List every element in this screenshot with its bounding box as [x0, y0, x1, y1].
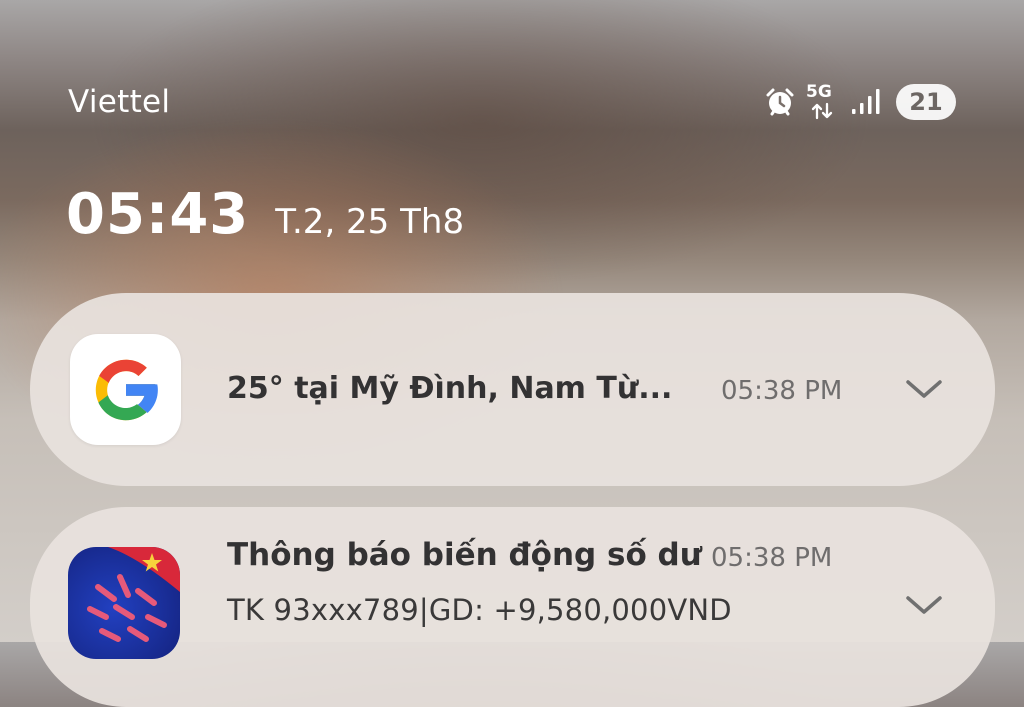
chevron-down-icon[interactable] — [904, 377, 944, 401]
clock-date: T.2, 25 Th8 — [275, 202, 465, 242]
network-5g-icon: 5G — [806, 83, 840, 121]
notification-title: Thông báo biến động số dư — [227, 537, 702, 573]
signal-strength-icon — [850, 88, 880, 116]
notification-body: TK 93xxx789|GD: +9,580,000VND — [227, 593, 732, 627]
carrier-name: Viettel — [68, 84, 171, 120]
notification-google-weather[interactable]: 25° tại Mỹ Đình, Nam Từ... 05:38 PM — [30, 293, 995, 486]
bank-app-icon — [68, 547, 180, 659]
battery-level: 21 — [909, 88, 943, 116]
alarm-icon — [764, 86, 796, 118]
notification-time: 05:38 PM — [711, 543, 833, 573]
notification-bank-balance[interactable]: Thông báo biến động số dư 05:38 PM TK 93… — [30, 507, 995, 707]
battery-indicator: 21 — [896, 84, 956, 120]
notification-title: 25° tại Mỹ Đình, Nam Từ... — [227, 371, 673, 406]
network-type-label: 5G — [806, 82, 832, 102]
status-icons: 5G 21 — [764, 82, 956, 122]
status-bar: Viettel 5G 21 — [0, 78, 1024, 128]
notification-time: 05:38 PM — [721, 376, 843, 406]
clock-time: 05:43 — [66, 182, 250, 247]
chevron-down-icon[interactable] — [904, 593, 944, 617]
google-icon — [70, 334, 181, 445]
lockscreen-clock: 05:43 T.2, 25 Th8 — [66, 182, 465, 247]
